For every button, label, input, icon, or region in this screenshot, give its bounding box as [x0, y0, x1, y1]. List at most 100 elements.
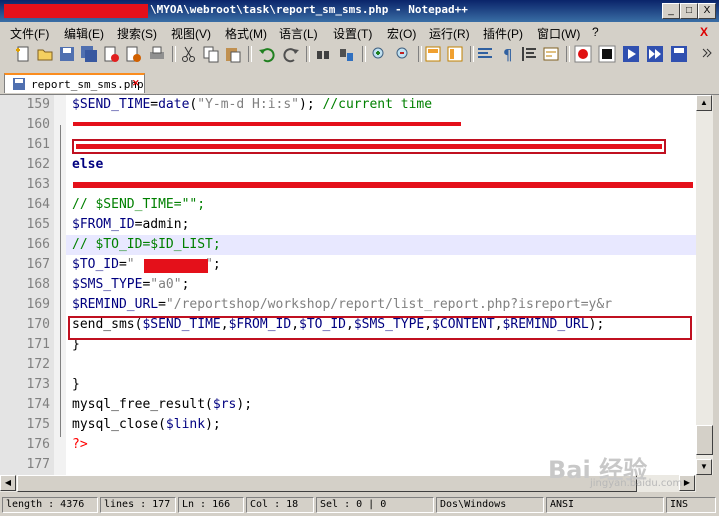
status-eol-format[interactable]: Dos\Windows — [436, 497, 544, 513]
status-selection: Sel : 0 | 0 — [316, 497, 434, 513]
status-column: Col : 18 — [246, 497, 314, 513]
menu-view[interactable]: 视图(V) — [171, 25, 211, 42]
line-number: 162 — [26, 157, 50, 172]
code-line[interactable]: else — [72, 155, 103, 175]
code-line[interactable]: } — [72, 375, 80, 395]
save-macro-icon[interactable] — [670, 45, 688, 63]
word-wrap-icon[interactable] — [476, 45, 494, 63]
menu-language[interactable]: 语言(L) — [279, 25, 318, 42]
svg-text:¶: ¶ — [503, 46, 513, 63]
code-line[interactable]: // $SEND_TIME=""; — [72, 195, 205, 215]
code-line[interactable]: mysql_free_result($rs); — [72, 395, 252, 415]
line-number: 174 — [26, 397, 50, 412]
tab-bar: report_sm_sms.php ✕ — [0, 70, 719, 95]
status-insert-mode: INS — [666, 497, 716, 513]
cut-icon[interactable] — [180, 45, 198, 63]
play-macro-icon[interactable] — [622, 45, 640, 63]
run-macro-multiple-icon[interactable] — [646, 45, 664, 63]
scroll-left-icon[interactable]: ◀ — [0, 475, 16, 491]
baidu-watermark: Bai 经验 jingyan.baidu.com — [548, 450, 682, 489]
fold-guide-line — [60, 425, 61, 437]
sync-vertical-icon[interactable] — [424, 45, 442, 63]
scroll-up-icon[interactable]: ▲ — [696, 95, 712, 111]
menu-search[interactable]: 搜索(S) — [117, 25, 157, 42]
undo-icon[interactable] — [258, 45, 276, 63]
menu-window[interactable]: 窗口(W) — [537, 25, 580, 42]
print-icon[interactable] — [148, 45, 166, 63]
stop-macro-icon[interactable] — [598, 45, 616, 63]
redacted-to-id-value — [144, 259, 208, 273]
menu-plugins[interactable]: 插件(P) — [483, 25, 523, 42]
save-icon[interactable] — [58, 45, 76, 63]
menu-edit[interactable]: 编辑(E) — [64, 25, 104, 42]
zoom-out-icon[interactable] — [394, 45, 412, 63]
line-number: 175 — [26, 417, 50, 432]
close-all-icon[interactable] — [124, 45, 142, 63]
line-number: 172 — [26, 357, 50, 372]
menu-macro[interactable]: 宏(O) — [387, 25, 416, 42]
replace-icon[interactable] — [338, 45, 356, 63]
open-file-icon[interactable] — [36, 45, 54, 63]
code-line[interactable]: $FROM_ID=admin; — [72, 215, 189, 235]
paste-icon[interactable] — [224, 45, 242, 63]
save-all-icon[interactable] — [80, 45, 98, 63]
tab-report-sm-sms[interactable]: report_sm_sms.php ✕ — [4, 73, 145, 93]
line-number: 170 — [26, 317, 50, 332]
status-lines: lines : 177 — [100, 497, 176, 513]
zoom-in-icon[interactable] — [370, 45, 388, 63]
show-all-chars-icon[interactable]: ¶ — [498, 45, 516, 63]
vertical-scrollbar[interactable]: ▲ ▼ — [696, 95, 713, 475]
menu-settings[interactable]: 设置(T) — [333, 25, 372, 42]
record-macro-icon[interactable] — [574, 45, 592, 63]
line-number: 166 — [26, 237, 50, 252]
minimize-button[interactable]: _ — [662, 3, 680, 19]
code-line[interactable]: mysql_close($link); — [72, 415, 221, 435]
code-line[interactable]: ?> — [72, 435, 88, 455]
menu-help[interactable]: ? — [592, 25, 599, 39]
line-number: 165 — [26, 217, 50, 232]
maximize-button[interactable]: □ — [680, 3, 698, 19]
line-number-gutter: 159 160 161 162 163 164 165 166 167 168 169 170 171 1… — [0, 95, 54, 475]
code-line[interactable]: // $TO_ID=$ID_LIST; — [72, 235, 221, 255]
copy-icon[interactable] — [202, 45, 220, 63]
redo-icon[interactable] — [282, 45, 300, 63]
toolbar: ¶ — [0, 42, 719, 66]
sync-horizontal-icon[interactable] — [446, 45, 464, 63]
watermark-subtext: jingyan.baidu.com — [590, 478, 683, 489]
vertical-scroll-thumb[interactable] — [696, 425, 713, 455]
toolbar-separator — [470, 46, 474, 62]
code-line[interactable]: $REMIND_URL="/reportshop/workshop/report… — [72, 295, 612, 315]
line-number: 177 — [26, 457, 50, 472]
window-title: \MYOA\webroot\task\report_sm_sms.php - N… — [150, 3, 468, 16]
toolbar-separator — [362, 46, 366, 62]
line-number: 169 — [26, 297, 50, 312]
menu-file[interactable]: 文件(F) — [10, 25, 49, 42]
document-close-icon[interactable]: X — [700, 25, 708, 39]
toolbar-separator — [306, 46, 310, 62]
line-number: 163 — [26, 177, 50, 192]
user-language-icon[interactable] — [542, 45, 560, 63]
status-encoding[interactable]: ANSI — [546, 497, 664, 513]
code-line[interactable]: $SMS_TYPE="a0"; — [72, 275, 189, 295]
scroll-down-icon[interactable]: ▼ — [696, 459, 712, 475]
tab-label: report_sm_sms.php — [31, 78, 144, 91]
redaction-strike-line-163 — [73, 182, 693, 188]
indent-guide-icon[interactable] — [520, 45, 538, 63]
file-saved-icon — [13, 78, 25, 90]
code-line[interactable]: $SEND_TIME=date("Y-m-d H:i:s"); //curren… — [72, 95, 432, 115]
redacted-path-block — [4, 4, 148, 18]
toolbar-separator — [418, 46, 422, 62]
status-bar: length : 4376 lines : 177 Ln : 166 Col :… — [0, 494, 719, 516]
toolbar-separator — [172, 46, 176, 62]
menu-format[interactable]: 格式(M) — [225, 25, 267, 42]
close-button[interactable]: X — [698, 3, 716, 19]
toolbar-overflow-icon[interactable] — [698, 45, 716, 63]
horizontal-scroll-thumb[interactable] — [17, 475, 637, 492]
new-file-icon[interactable] — [14, 45, 32, 63]
tab-close-icon[interactable]: ✕ — [132, 78, 142, 88]
code-editor[interactable]: 159 160 161 162 163 164 165 166 167 168 169 170 171 1… — [0, 95, 696, 475]
close-file-icon[interactable] — [102, 45, 120, 63]
line-number: 167 — [26, 257, 50, 272]
menu-run[interactable]: 运行(R) — [429, 25, 470, 42]
find-icon[interactable] — [314, 45, 332, 63]
